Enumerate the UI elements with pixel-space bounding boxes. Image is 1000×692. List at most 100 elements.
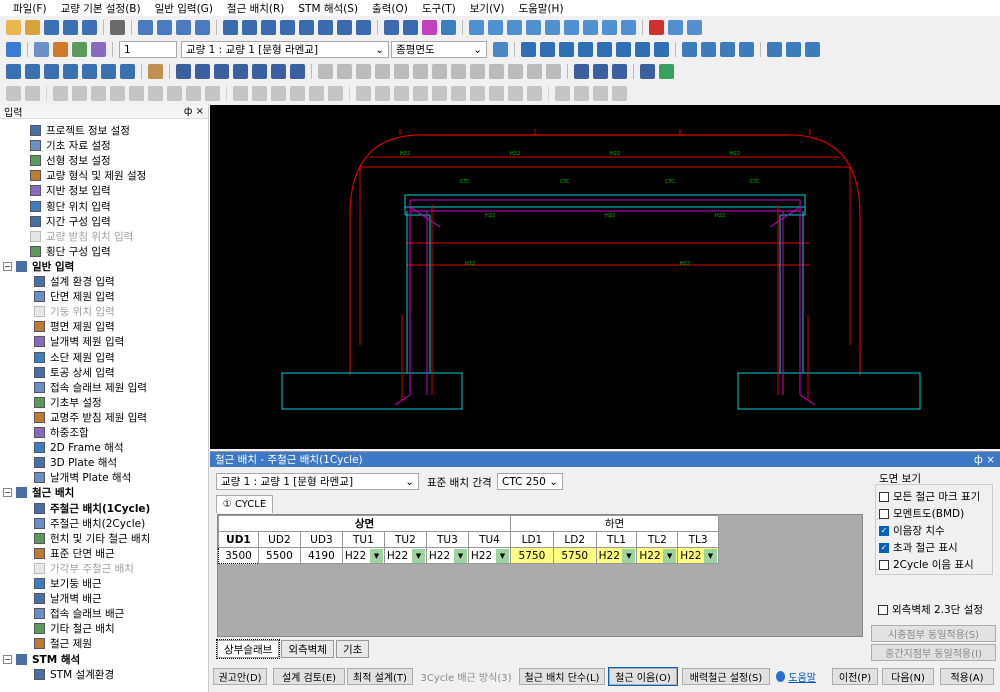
rebar-splice-button[interactable]: 철근 이음(O) bbox=[608, 667, 678, 686]
rebar-cell[interactable]: 4190 bbox=[299, 547, 343, 564]
view-select[interactable]: 종평면도 ⌄ bbox=[391, 41, 487, 58]
checkbox[interactable]: ✓ bbox=[879, 525, 889, 536]
origin-icon[interactable] bbox=[290, 64, 305, 79]
tree-item[interactable]: 표준 단면 배근 bbox=[34, 546, 115, 561]
help-link[interactable]: 도움말 bbox=[776, 668, 816, 685]
cut-icon[interactable] bbox=[157, 20, 172, 35]
block6-icon[interactable] bbox=[451, 86, 466, 101]
dropdown-arrow-icon[interactable]: ▼ bbox=[663, 548, 677, 563]
tree-item[interactable]: 2D Frame 해석 bbox=[34, 440, 123, 455]
rebar-cell[interactable]: 3500 bbox=[218, 547, 259, 564]
plan-icon[interactable] bbox=[242, 20, 257, 35]
tree-group-stm[interactable]: − STM 해석 bbox=[3, 652, 80, 667]
tree-item[interactable]: STM 설계환경 bbox=[34, 667, 114, 682]
ortho-icon[interactable] bbox=[356, 64, 371, 79]
rebar-cell[interactable]: H22 ▼ bbox=[425, 547, 469, 564]
view-foot-icon[interactable] bbox=[621, 20, 636, 35]
zoom-window-icon[interactable] bbox=[63, 64, 78, 79]
tree-item[interactable]: 소단 제원 입력 bbox=[34, 350, 115, 365]
checkbox[interactable]: ✓ bbox=[879, 542, 889, 553]
tree-item[interactable]: 3D Plate 해석 bbox=[34, 455, 117, 470]
filter-icon[interactable] bbox=[441, 20, 456, 35]
section-icon[interactable] bbox=[767, 42, 782, 57]
dim4-icon[interactable] bbox=[110, 86, 125, 101]
export-icon[interactable] bbox=[53, 42, 68, 57]
view-plan-icon[interactable] bbox=[545, 20, 560, 35]
save-all-icon[interactable] bbox=[82, 20, 97, 35]
next-icon[interactable] bbox=[597, 42, 612, 57]
bottom-tab[interactable]: 기초 bbox=[335, 640, 370, 658]
tree-item[interactable]: 토공 상세 입력 bbox=[34, 365, 115, 380]
bridge-select[interactable]: 교량 1 : 교량 1 [문형 라멘교] ⌄ bbox=[181, 41, 389, 58]
tree-item[interactable]: 교명주 받침 제원 입력 bbox=[34, 410, 147, 425]
collapse-icon[interactable]: − bbox=[3, 654, 12, 664]
tree-item[interactable]: 접속 슬래브 배근 bbox=[34, 606, 124, 621]
section-icon[interactable] bbox=[223, 20, 238, 35]
view-option[interactable]: ✓ 이음장 치수 bbox=[879, 523, 945, 538]
tree-item[interactable]: 프로젝트 정보 설정 bbox=[30, 123, 130, 138]
outer-wall-option[interactable]: 외측벽체 2.3단 설정 bbox=[878, 602, 983, 617]
view-3d-icon[interactable] bbox=[526, 20, 541, 35]
chart-icon[interactable] bbox=[280, 20, 295, 35]
open-icon[interactable] bbox=[25, 20, 40, 35]
dimension-icon[interactable] bbox=[701, 42, 716, 57]
tree-group-rebar[interactable]: − 철근 배치 bbox=[3, 485, 74, 500]
cycle3-button[interactable]: 3Cycle 배근 방식(3) bbox=[417, 668, 515, 685]
view-front-icon[interactable] bbox=[469, 20, 484, 35]
tree-item[interactable]: 헌치 및 기타 철근 배치 bbox=[34, 531, 150, 546]
menu-stm[interactable]: STM 해석(S) bbox=[291, 1, 365, 16]
prop2-icon[interactable] bbox=[574, 86, 589, 101]
prev-button[interactable]: 이전(P) bbox=[832, 668, 878, 685]
window-icon[interactable] bbox=[668, 20, 683, 35]
block8-icon[interactable] bbox=[489, 86, 504, 101]
dim8-icon[interactable] bbox=[186, 86, 201, 101]
view-option[interactable]: 2Cycle 이음 표시 bbox=[879, 557, 974, 572]
bottom-tab[interactable]: 상부슬래브 bbox=[215, 639, 281, 659]
end-icon[interactable] bbox=[654, 42, 669, 57]
dim6-icon[interactable] bbox=[148, 86, 163, 101]
tree-item[interactable]: 철근 제원 bbox=[34, 636, 92, 651]
collapse-icon[interactable]: − bbox=[3, 261, 12, 271]
dim1-icon[interactable] bbox=[53, 86, 68, 101]
view-side-icon[interactable] bbox=[488, 20, 503, 35]
select2-icon[interactable] bbox=[25, 86, 40, 101]
dropdown-arrow-icon[interactable]: ▼ bbox=[411, 548, 425, 563]
zoom-prev-icon[interactable] bbox=[82, 64, 97, 79]
hatch6-icon[interactable] bbox=[328, 86, 343, 101]
mirror-icon[interactable] bbox=[451, 64, 466, 79]
view-slab-icon[interactable] bbox=[602, 20, 617, 35]
bottom-tab[interactable]: 외측벽체 bbox=[281, 640, 334, 658]
block2-icon[interactable] bbox=[375, 86, 390, 101]
frame-icon[interactable] bbox=[337, 20, 352, 35]
rebar-cell[interactable]: H22 ▼ bbox=[636, 547, 679, 564]
trim-icon[interactable] bbox=[489, 64, 504, 79]
tree-item[interactable]: 단면 제원 입력 bbox=[34, 289, 115, 304]
stack-icon[interactable] bbox=[682, 42, 697, 57]
cross-icon[interactable] bbox=[214, 64, 229, 79]
align-icon[interactable] bbox=[720, 42, 735, 57]
dropdown-arrow-icon[interactable]: ▼ bbox=[369, 548, 383, 563]
checkbox[interactable] bbox=[879, 559, 889, 570]
same-apply-start-end-button[interactable]: 시종점부 동일적용(S) bbox=[871, 625, 996, 642]
view-option[interactable]: 모든 철근 마크 표기 bbox=[879, 489, 980, 504]
export-icon[interactable] bbox=[659, 64, 674, 79]
tree-item[interactable]: 기타 철근 배치 bbox=[34, 621, 115, 636]
first-icon[interactable] bbox=[521, 42, 536, 57]
last-icon[interactable] bbox=[635, 42, 650, 57]
tree-item[interactable]: 지간 구성 입력 bbox=[30, 214, 111, 229]
view-option[interactable]: 모멘트도(BMD) bbox=[879, 506, 964, 521]
report-icon[interactable] bbox=[805, 42, 820, 57]
apply-button[interactable]: 적용(A) bbox=[940, 668, 994, 685]
tab-cycle[interactable]: ① CYCLE bbox=[216, 495, 273, 513]
menu-tools[interactable]: 도구(T) bbox=[415, 1, 463, 16]
dim5-icon[interactable] bbox=[129, 86, 144, 101]
menu-general-input[interactable]: 일반 입력(G) bbox=[148, 1, 220, 16]
layer-icon[interactable] bbox=[72, 42, 87, 57]
tree-item[interactable]: 평면 제원 입력 bbox=[34, 319, 115, 334]
next-button[interactable]: 다음(N) bbox=[882, 668, 934, 685]
rebar-cell[interactable]: H22 ▼ bbox=[341, 547, 385, 564]
extend-icon[interactable] bbox=[508, 64, 523, 79]
wall-icon[interactable] bbox=[299, 20, 314, 35]
tree-item[interactable]: 교량 받침 위치 입력 bbox=[30, 229, 133, 244]
table-icon[interactable] bbox=[786, 42, 801, 57]
